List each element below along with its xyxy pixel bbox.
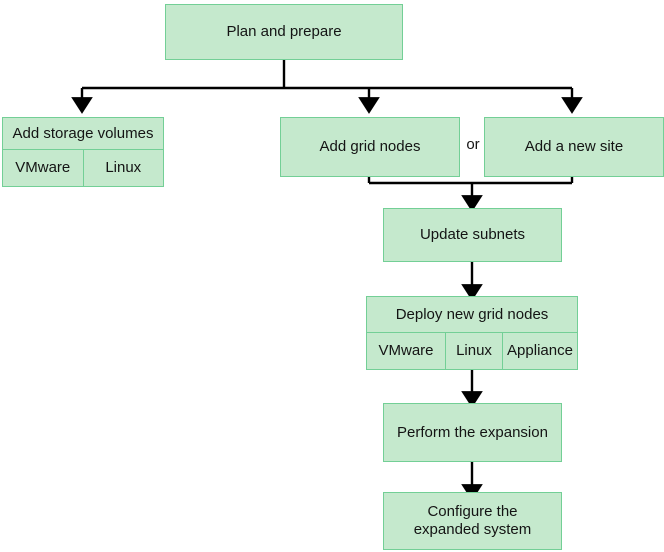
node-update-subnets[interactable]: Update subnets bbox=[383, 208, 562, 262]
node-configure-expanded-system[interactable]: Configure the expanded system bbox=[383, 492, 562, 550]
node-sub-row: VMware Linux Appliance bbox=[367, 332, 577, 369]
node-label: Plan and prepare bbox=[226, 23, 342, 40]
flowchart-canvas: Plan and prepare Add storage volumes VMw… bbox=[0, 0, 664, 552]
node-label: Add grid nodes bbox=[319, 138, 421, 155]
node-label: Add storage volumes bbox=[12, 124, 154, 142]
node-sub-cell-linux[interactable]: Linux bbox=[445, 333, 502, 369]
node-deploy-new-grid-nodes[interactable]: Deploy new grid nodes VMware Linux Appli… bbox=[366, 296, 578, 370]
node-add-a-new-site[interactable]: Add a new site bbox=[484, 117, 664, 177]
node-label: Deploy new grid nodes bbox=[395, 305, 549, 323]
node-plan-and-prepare[interactable]: Plan and prepare bbox=[165, 4, 403, 60]
node-perform-the-expansion[interactable]: Perform the expansion bbox=[383, 403, 562, 462]
node-label: Configure the expanded system bbox=[413, 503, 532, 538]
or-label: or bbox=[466, 136, 480, 153]
branch-connector-top bbox=[71, 60, 583, 114]
node-sub-row: VMware Linux bbox=[3, 149, 163, 186]
node-sub-cell-linux[interactable]: Linux bbox=[82, 150, 164, 186]
node-add-grid-nodes[interactable]: Add grid nodes bbox=[280, 117, 460, 177]
node-label: Add a new site bbox=[524, 138, 624, 155]
node-sub-cell-vmware[interactable]: VMware bbox=[367, 333, 445, 369]
connector-lines bbox=[71, 60, 583, 501]
merge-connector-middle bbox=[367, 177, 574, 212]
node-add-storage-volumes[interactable]: Add storage volumes VMware Linux bbox=[2, 117, 164, 187]
node-label: Perform the expansion bbox=[397, 423, 548, 441]
node-label: Update subnets bbox=[419, 226, 526, 243]
node-sub-cell-appliance[interactable]: Appliance bbox=[502, 333, 577, 369]
node-sub-cell-vmware[interactable]: VMware bbox=[3, 150, 83, 186]
